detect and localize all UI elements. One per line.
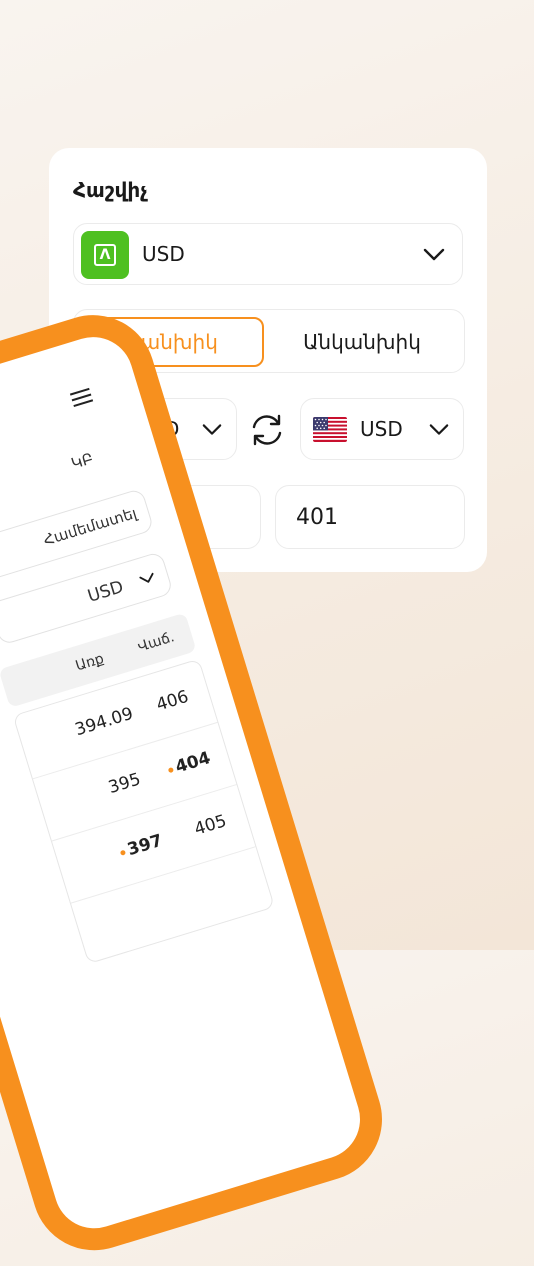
compare-label: Համեմատել: [41, 503, 139, 550]
cb-label: ԿԲ: [68, 449, 96, 473]
amount-to-value: 401: [296, 505, 338, 530]
rates-table: 394.09 406 395 404 397 405: [12, 658, 276, 965]
amount-to-input[interactable]: 401: [275, 485, 465, 549]
logo-glyph: Λ: [94, 244, 116, 266]
row-3-sell: 405: [192, 811, 229, 840]
chevron-down-icon: [202, 424, 222, 435]
phone-currency-value: USD: [85, 577, 126, 607]
usa-flag-icon: [313, 417, 347, 442]
chevron-down-icon: [429, 424, 449, 435]
column-buy: Առք: [73, 650, 106, 675]
best-rate-dot: [167, 766, 174, 773]
bank-select-value: USD: [142, 242, 185, 266]
tab-non-cash[interactable]: Անկանխիկ: [270, 317, 454, 367]
to-currency-code: USD: [360, 417, 403, 441]
menu-icon[interactable]: [69, 387, 95, 409]
to-currency-select[interactable]: USD: [300, 398, 464, 460]
row-2-buy: 395: [106, 769, 144, 799]
calculator-title: Հաշվիչ: [73, 178, 148, 202]
chevron-down-icon: [139, 572, 154, 583]
evocabank-logo-icon: Λ: [81, 231, 129, 279]
bank-select[interactable]: Λ USD: [73, 223, 463, 285]
row-3-buy-cell: 397: [117, 830, 165, 863]
column-sell: Վաճ.: [135, 629, 177, 656]
row-1-buy: 394.09: [72, 703, 136, 741]
row-2-sell-cell: 404: [165, 748, 213, 780]
swap-arrows-icon[interactable]: [249, 413, 285, 447]
best-rate-dot: [119, 849, 126, 856]
row-1-sell: 406: [154, 686, 191, 716]
row-3-buy: 397: [125, 830, 165, 861]
row-2-sell: 404: [173, 748, 213, 778]
chevron-down-icon: [423, 248, 445, 261]
